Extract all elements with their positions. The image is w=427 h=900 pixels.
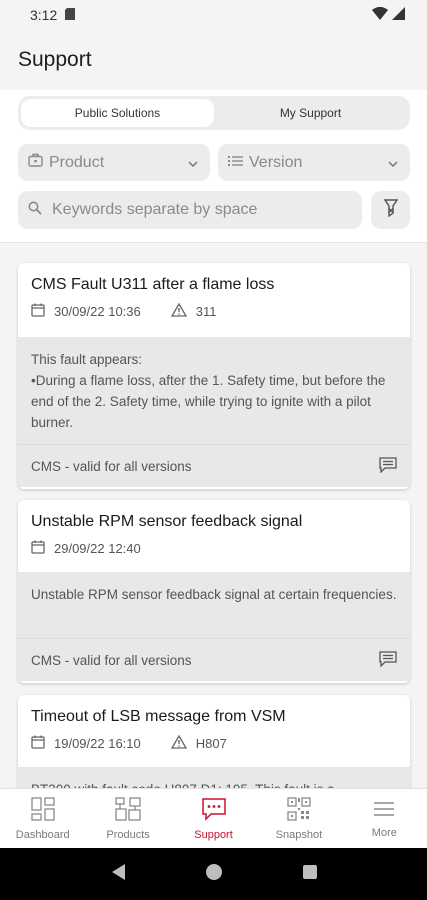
- menu-icon: [372, 799, 396, 822]
- chevron-down-icon: [388, 154, 398, 172]
- nav-products[interactable]: Products: [85, 789, 170, 849]
- chevron-down-icon: [188, 154, 198, 172]
- recents-icon[interactable]: [302, 864, 318, 885]
- card-description: Unstable RPM sensor feedback signal at c…: [18, 572, 410, 639]
- nav-label: Support: [194, 829, 233, 841]
- status-time: 3:12: [30, 7, 58, 23]
- clear-filter-icon: [383, 198, 398, 222]
- comment-icon[interactable]: [379, 456, 397, 476]
- system-navigation-bar: [0, 848, 427, 900]
- version-dropdown[interactable]: Version: [218, 144, 410, 181]
- support-icon: [201, 797, 226, 824]
- search-input[interactable]: [50, 200, 352, 220]
- card-description: BT300 with fault code H807 D1: 195. This…: [18, 767, 410, 788]
- warning-icon: [170, 734, 187, 752]
- home-icon[interactable]: [205, 863, 223, 886]
- nav-more[interactable]: More: [342, 789, 427, 849]
- product-dropdown-label: Product: [49, 153, 105, 171]
- list-icon: [228, 154, 243, 172]
- nav-dashboard[interactable]: Dashboard: [0, 789, 85, 849]
- card-title: Unstable RPM sensor feedback signal: [31, 513, 303, 530]
- nav-label: Dashboard: [15, 829, 70, 841]
- nav-label: More: [371, 827, 397, 839]
- card-footer: CMS - valid for all versions: [18, 639, 410, 681]
- search-bar: [18, 191, 362, 229]
- app-header: Support: [0, 30, 427, 90]
- nav-label: Snapshot: [275, 829, 323, 841]
- products-icon: [115, 797, 141, 824]
- card-footer: CMS - valid for all versions: [18, 445, 410, 487]
- card-fault-code: 311: [195, 304, 217, 319]
- solutions-list: CMS Fault U311 after a flame loss 30/09/…: [0, 242, 427, 788]
- card-description: This fault appears: •During a flame loss…: [18, 337, 410, 445]
- card-date: 19/09/22 16:10: [54, 736, 141, 751]
- solution-card[interactable]: CMS Fault U311 after a flame loss 30/09/…: [18, 263, 410, 489]
- version-dropdown-label: Version: [249, 153, 303, 171]
- card-title: CMS Fault U311 after a flame loss: [31, 276, 275, 293]
- wifi-icon: [372, 6, 388, 23]
- card-description-line: •During a flame loss, after the 1. Safet…: [31, 373, 386, 430]
- signal-icon: [392, 7, 405, 23]
- card-footer-text: CMS - valid for all versions: [31, 652, 192, 668]
- clear-filters-button[interactable]: [371, 191, 410, 229]
- calendar-icon: [31, 735, 45, 752]
- nav-snapshot[interactable]: Snapshot: [256, 789, 341, 849]
- card-date: 29/09/22 12:40: [54, 541, 141, 556]
- nav-support[interactable]: Support: [171, 789, 256, 849]
- card-description-line: BT300 with fault code H807 D1: 195. This…: [31, 779, 397, 788]
- status-bar: 3:12: [0, 0, 427, 30]
- tab-my-support[interactable]: My Support: [214, 99, 407, 127]
- solutions-segmented-control: Public Solutions My Support: [18, 96, 410, 130]
- warning-icon: [170, 302, 187, 320]
- comment-icon[interactable]: [379, 650, 397, 670]
- product-dropdown[interactable]: Product: [18, 144, 210, 181]
- calendar-icon: [31, 303, 45, 320]
- filters-panel: Public Solutions My Support Product Vers…: [0, 90, 427, 243]
- page-title: Support: [18, 48, 92, 71]
- nav-label: Products: [106, 829, 150, 841]
- sd-card-icon: [65, 7, 76, 23]
- card-fault-code: H807: [195, 736, 227, 751]
- dashboard-icon: [31, 797, 55, 824]
- back-icon[interactable]: [110, 863, 126, 886]
- bottom-navigation: Dashboard Products Support Snapshot More: [0, 788, 427, 849]
- card-description-line: Unstable RPM sensor feedback signal at c…: [31, 587, 397, 602]
- solution-card[interactable]: Unstable RPM sensor feedback signal 29/0…: [18, 500, 410, 683]
- card-footer-text: CMS - valid for all versions: [31, 458, 192, 474]
- card-title: Timeout of LSB message from VSM: [31, 708, 286, 725]
- briefcase-icon: [28, 153, 43, 172]
- solution-card[interactable]: Timeout of LSB message from VSM 19/09/22…: [18, 695, 410, 788]
- search-icon: [28, 201, 42, 220]
- card-description-line: This fault appears:: [31, 352, 143, 367]
- calendar-icon: [31, 540, 45, 557]
- qr-icon: [287, 797, 311, 824]
- tab-public-solutions[interactable]: Public Solutions: [21, 99, 214, 127]
- card-date: 30/09/22 10:36: [54, 304, 141, 319]
